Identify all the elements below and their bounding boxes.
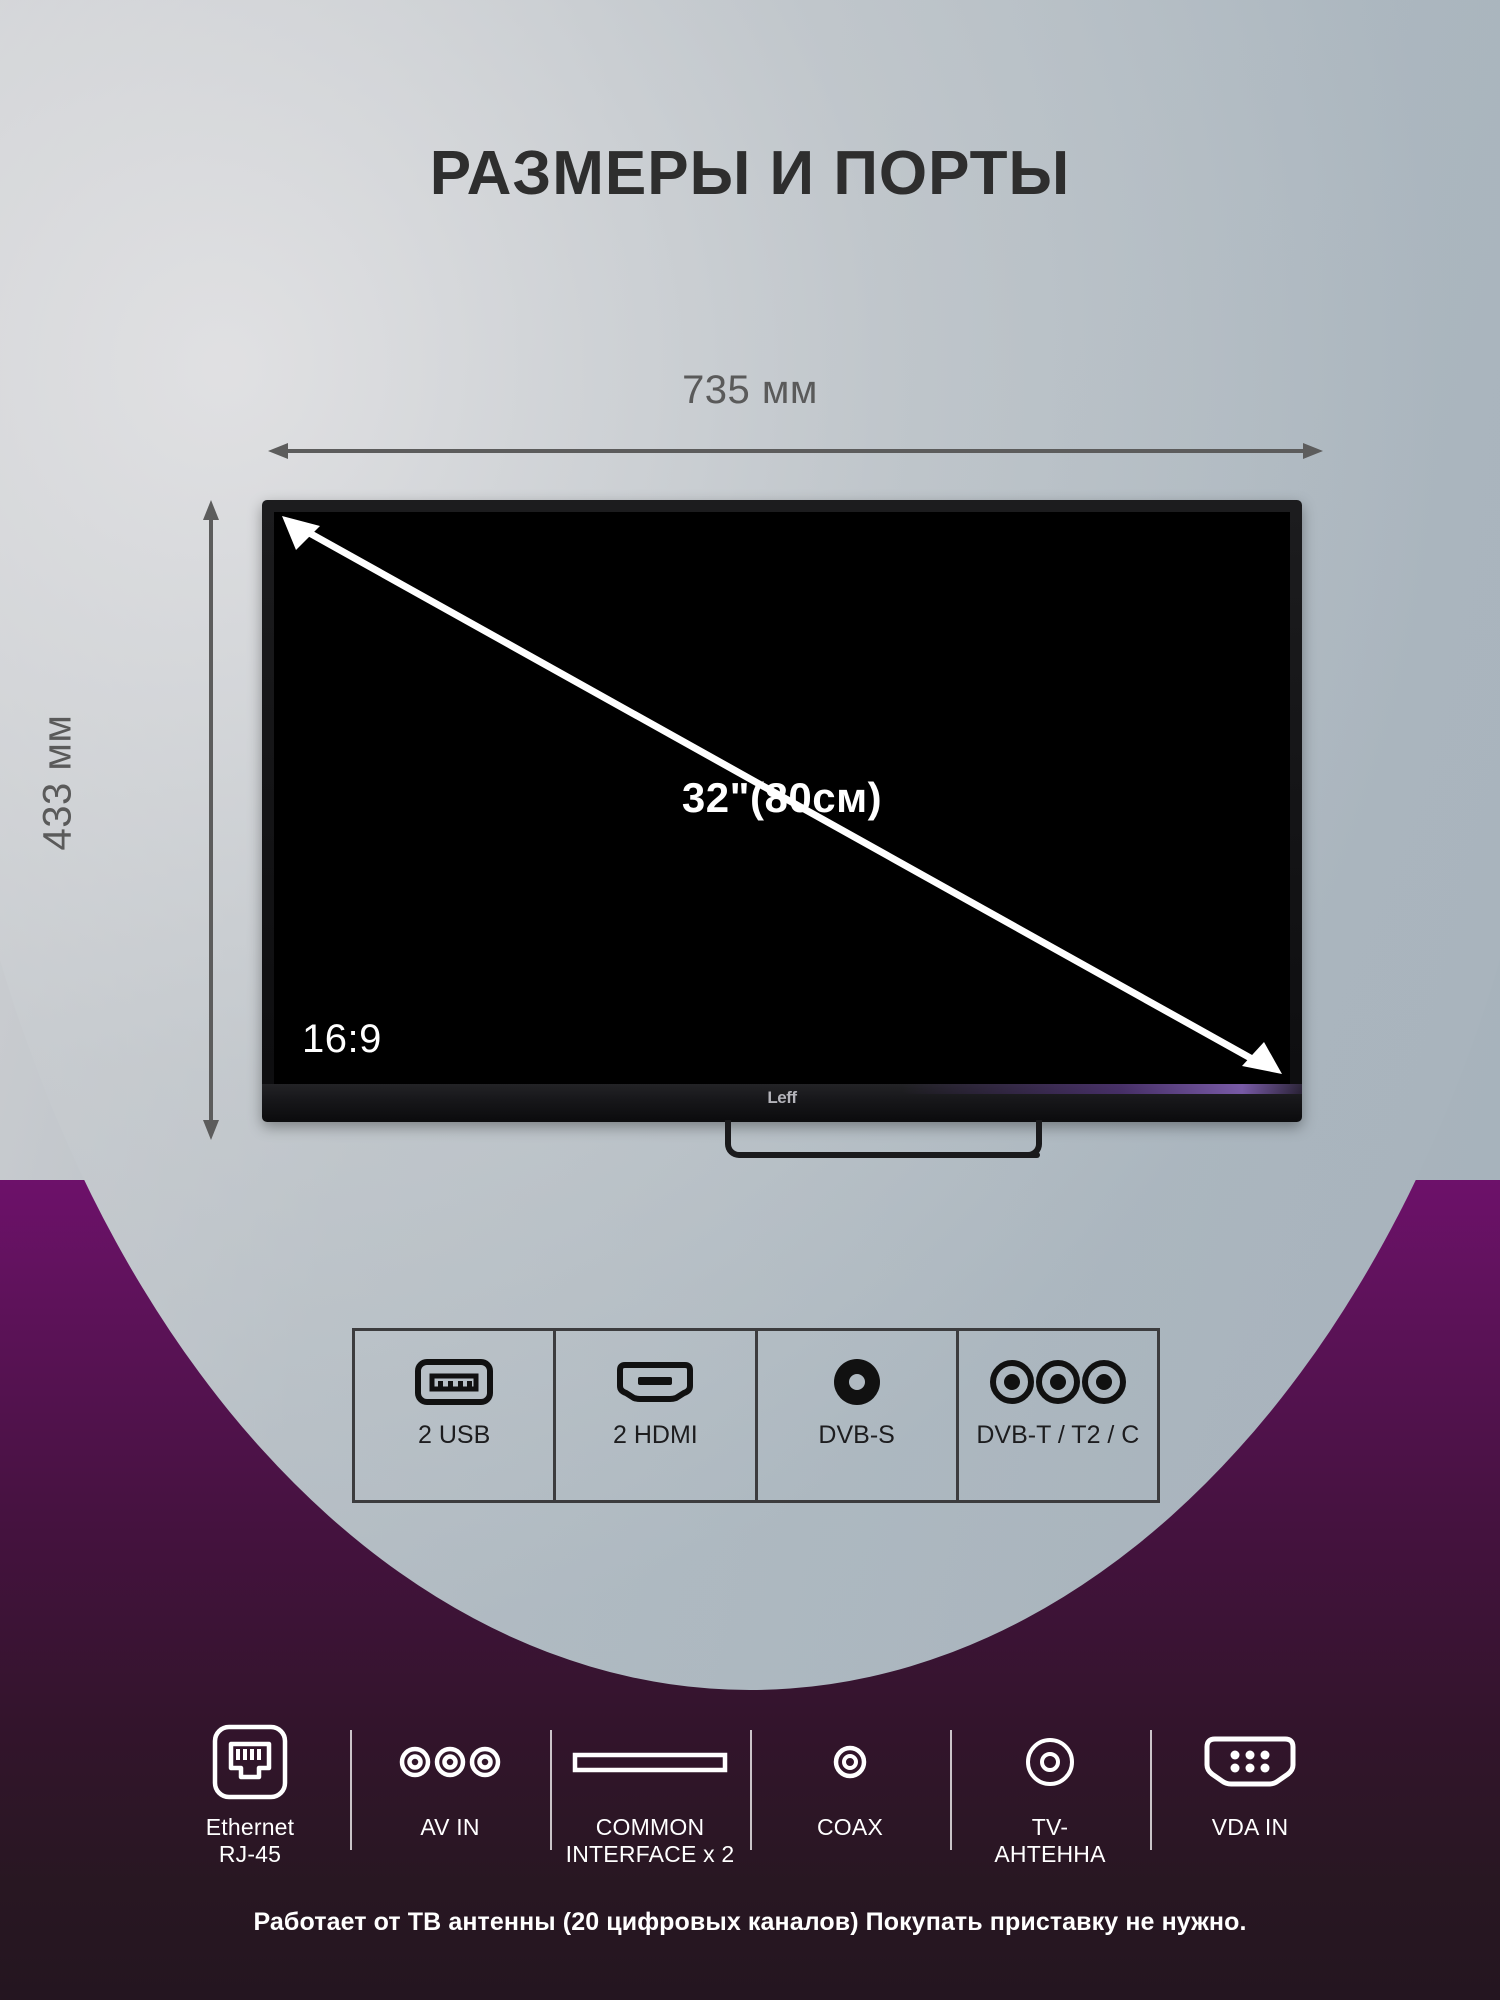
ports-cell-label: 2 USB bbox=[417, 1421, 491, 1449]
label-line-1: VDA IN bbox=[1211, 1814, 1289, 1840]
bottom-ports-row: Ethernet RJ-45 AV IN COMMON INTERFACE x … bbox=[150, 1712, 1350, 1902]
vga-port-icon bbox=[1202, 1716, 1298, 1808]
height-dimension-label: 433 мм bbox=[35, 714, 80, 851]
aspect-ratio-label: 16:9 bbox=[302, 1017, 382, 1061]
usb-port-icon bbox=[415, 1353, 494, 1411]
ports-cell-label: 2 HDMI bbox=[613, 1421, 698, 1449]
label-line-2: RJ-45 bbox=[218, 1841, 282, 1868]
bottom-port-common-interface: COMMON INTERFACE x 2 bbox=[550, 1712, 750, 1868]
width-dimension-arrow bbox=[268, 440, 1323, 462]
ports-cell-dvbs: DVB-S bbox=[758, 1331, 959, 1500]
bottom-port-vga: VDA IN bbox=[1150, 1712, 1350, 1851]
diagonal-size-label: 32"(80см) bbox=[681, 774, 883, 821]
tv-antenna-jack-icon bbox=[1024, 1716, 1076, 1808]
coax-jack-icon bbox=[832, 1716, 868, 1808]
ports-cell-label: DVB-S bbox=[818, 1421, 895, 1449]
bottom-port-coax: COAX bbox=[750, 1712, 950, 1851]
label-line-1: COMMON bbox=[595, 1814, 705, 1840]
label-line-2: INTERFACE x 2 bbox=[565, 1841, 735, 1868]
tv-brand-logo: Leff bbox=[767, 1088, 797, 1107]
dvb-s-satellite-jack-icon bbox=[831, 1353, 883, 1411]
ports-cell-hdmi: 2 HDMI bbox=[556, 1331, 758, 1500]
label-line-1: AV IN bbox=[420, 1814, 480, 1840]
bottom-port-label: TV- АНТЕННА bbox=[994, 1814, 1105, 1868]
ports-cell-dvbt: DVB-T / T2 / C bbox=[959, 1331, 1157, 1500]
ports-specification-table: 2 USB 2 HDMI DVB-S DVB-T / T2 / C bbox=[352, 1328, 1160, 1503]
bottom-port-av-in: AV IN bbox=[350, 1712, 550, 1851]
av-in-rca-icon bbox=[398, 1716, 502, 1808]
bottom-port-label: Ethernet RJ-45 bbox=[206, 1814, 295, 1868]
television-illustration: 32"(80см) 16:9 Leff bbox=[262, 500, 1327, 1158]
tv-screen: 32"(80см) 16:9 bbox=[274, 512, 1290, 1084]
bottom-port-label: COAX bbox=[817, 1814, 883, 1841]
bottom-port-label: AV IN bbox=[420, 1814, 479, 1841]
label-line-2: АНТЕННА bbox=[994, 1841, 1106, 1868]
width-dimension-label: 735 мм bbox=[682, 368, 818, 412]
tv-body: 32"(80см) 16:9 bbox=[262, 500, 1302, 1122]
poster-canvas: РАЗМЕРЫ И ПОРТЫ 735 мм 433 мм 32"(80см) … bbox=[0, 0, 1500, 2000]
tv-stand-right-leg bbox=[1022, 1120, 1042, 1158]
bottom-port-label: VDA IN bbox=[1212, 1814, 1289, 1841]
bottom-port-tv-antenna: TV- АНТЕННА bbox=[950, 1712, 1150, 1868]
bottom-port-label: COMMON INTERFACE x 2 bbox=[566, 1814, 735, 1868]
label-line-1: Ethernet bbox=[205, 1814, 295, 1840]
ports-cell-usb: 2 USB bbox=[355, 1331, 557, 1500]
height-dimension-arrow bbox=[200, 500, 222, 1140]
footer-note: Работает от ТВ антенны (20 цифровых кана… bbox=[253, 1908, 1247, 1936]
bottom-port-ethernet: Ethernet RJ-45 bbox=[150, 1712, 350, 1868]
hdmi-port-icon bbox=[616, 1353, 694, 1411]
label-line-1: TV- bbox=[1031, 1814, 1069, 1840]
ethernet-rj45-icon bbox=[212, 1716, 288, 1808]
dvb-t-triple-jack-icon bbox=[989, 1353, 1127, 1411]
ports-cell-label: DVB-T / T2 / C bbox=[976, 1421, 1140, 1449]
page-title: РАЗМЕРЫ И ПОРТЫ bbox=[429, 139, 1071, 208]
tv-stand-base bbox=[740, 1152, 1040, 1158]
common-interface-slot-icon bbox=[572, 1716, 728, 1808]
label-line-1: COAX bbox=[817, 1814, 883, 1840]
